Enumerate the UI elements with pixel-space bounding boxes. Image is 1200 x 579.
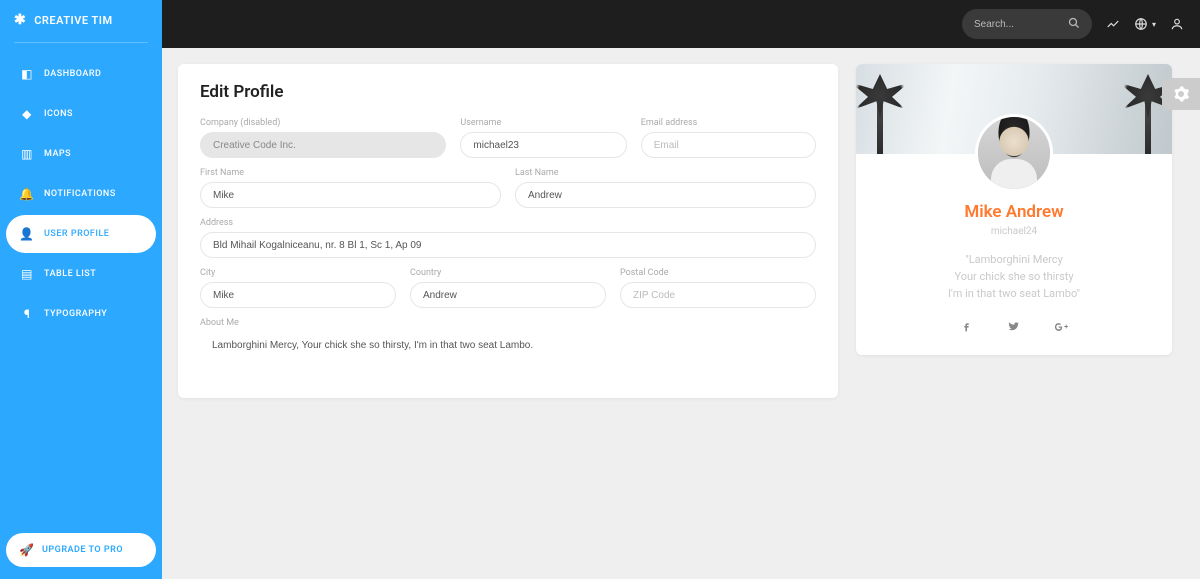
- field-address: Address: [200, 218, 816, 258]
- table-icon: ▤: [20, 267, 34, 281]
- bell-icon: 🔔: [20, 187, 34, 201]
- label-city: City: [200, 268, 396, 278]
- sidebar-item-label: DASHBOARD: [44, 69, 101, 79]
- label-about: About Me: [200, 318, 816, 328]
- label-country: Country: [410, 268, 606, 278]
- search-icon[interactable]: [1068, 17, 1080, 32]
- field-postal: Postal Code: [620, 268, 816, 308]
- label-postal: Postal Code: [620, 268, 816, 278]
- content: Edit Profile Company (disabled) Username…: [162, 48, 1200, 579]
- label-email: Email address: [641, 118, 816, 128]
- input-postal[interactable]: [620, 282, 816, 308]
- search-box[interactable]: [962, 9, 1092, 39]
- input-city[interactable]: [200, 282, 396, 308]
- label-last-name: Last Name: [515, 168, 816, 178]
- rocket-icon: 🚀: [20, 543, 34, 557]
- facebook-icon[interactable]: [960, 320, 973, 337]
- input-about[interactable]: [200, 332, 816, 358]
- input-company: [200, 132, 446, 158]
- field-company: Company (disabled): [200, 118, 446, 158]
- brand-logo-icon: ✱: [14, 12, 26, 28]
- upgrade-to-pro-button[interactable]: 🚀 UPGRADE TO PRO: [6, 533, 156, 567]
- maps-icon: ▥: [20, 147, 34, 161]
- input-first-name[interactable]: [200, 182, 501, 208]
- profile-name: Mike Andrew: [856, 202, 1172, 222]
- label-username: Username: [460, 118, 626, 128]
- quote-line: Your chick she so thirsty: [884, 268, 1144, 285]
- brand-name: CREATIVE TIM: [34, 14, 112, 27]
- sidebar-item-icons[interactable]: ◆ ICONS: [6, 95, 156, 133]
- banner-deco-left: [856, 68, 910, 154]
- edit-profile-title: Edit Profile: [200, 82, 816, 102]
- edit-profile-card: Edit Profile Company (disabled) Username…: [178, 64, 838, 398]
- field-country: Country: [410, 268, 606, 308]
- globe-dropdown[interactable]: ▾: [1134, 17, 1156, 31]
- sidebar-item-notifications[interactable]: 🔔 NOTIFICATIONS: [6, 175, 156, 213]
- upgrade-label: UPGRADE TO PRO: [42, 545, 123, 555]
- sidebar-item-table-list[interactable]: ▤ TABLE LIST: [6, 255, 156, 293]
- profile-avatar[interactable]: [975, 114, 1053, 192]
- sidebar-nav: ◧ DASHBOARD ◆ ICONS ▥ MAPS 🔔 NOTIFICATIO…: [0, 51, 162, 521]
- field-about: About Me: [200, 318, 816, 358]
- label-first-name: First Name: [200, 168, 501, 178]
- input-email[interactable]: [641, 132, 816, 158]
- input-username[interactable]: [460, 132, 626, 158]
- settings-fab[interactable]: [1162, 78, 1200, 110]
- sidebar: ✱ CREATIVE TIM ◧ DASHBOARD ◆ ICONS ▥ MAP…: [0, 0, 162, 579]
- input-country[interactable]: [410, 282, 606, 308]
- field-first-name: First Name: [200, 168, 501, 208]
- brand[interactable]: ✱ CREATIVE TIM: [0, 0, 162, 42]
- icons-icon: ◆: [20, 107, 34, 121]
- sidebar-item-label: TABLE LIST: [44, 269, 96, 279]
- profile-username: michael24: [856, 226, 1172, 237]
- field-city: City: [200, 268, 396, 308]
- profile-card: Mike Andrew michael24 "Lamborghini Mercy…: [856, 64, 1172, 355]
- quote-line: "Lamborghini Mercy: [884, 251, 1144, 268]
- sidebar-item-dashboard[interactable]: ◧ DASHBOARD: [6, 55, 156, 93]
- label-address: Address: [200, 218, 816, 228]
- sidebar-divider: [14, 42, 148, 43]
- input-last-name[interactable]: [515, 182, 816, 208]
- profile-quote: "Lamborghini Mercy Your chick she so thi…: [856, 251, 1172, 302]
- sidebar-item-label: TYPOGRAPHY: [44, 309, 107, 319]
- gear-icon: [1172, 85, 1190, 103]
- account-icon[interactable]: [1170, 17, 1184, 31]
- profile-socials: [856, 320, 1172, 337]
- field-username: Username: [460, 118, 626, 158]
- sidebar-item-label: NOTIFICATIONS: [44, 189, 116, 199]
- sidebar-item-label: USER PROFILE: [44, 229, 109, 239]
- chevron-down-icon: ▾: [1152, 20, 1156, 29]
- twitter-icon[interactable]: [1007, 320, 1020, 337]
- dashboard-icon: ◧: [20, 67, 34, 81]
- field-email: Email address: [641, 118, 816, 158]
- quote-line: I'm in that two seat Lambo": [884, 285, 1144, 302]
- sidebar-item-typography[interactable]: ¶ TYPOGRAPHY: [6, 295, 156, 333]
- sidebar-item-label: MAPS: [44, 149, 71, 159]
- user-icon: 👤: [20, 227, 34, 241]
- search-input[interactable]: [974, 19, 1064, 30]
- sidebar-item-user-profile[interactable]: 👤 USER PROFILE: [6, 215, 156, 253]
- label-company: Company (disabled): [200, 118, 446, 128]
- field-last-name: Last Name: [515, 168, 816, 208]
- upgrade-wrap: 🚀 UPGRADE TO PRO: [0, 521, 162, 579]
- sidebar-item-label: ICONS: [44, 109, 73, 119]
- topbar: ▾: [162, 0, 1200, 48]
- google-plus-icon[interactable]: [1054, 320, 1069, 337]
- sidebar-item-maps[interactable]: ▥ MAPS: [6, 135, 156, 173]
- typography-icon: ¶: [20, 307, 34, 321]
- input-address[interactable]: [200, 232, 816, 258]
- stats-icon[interactable]: [1106, 17, 1120, 31]
